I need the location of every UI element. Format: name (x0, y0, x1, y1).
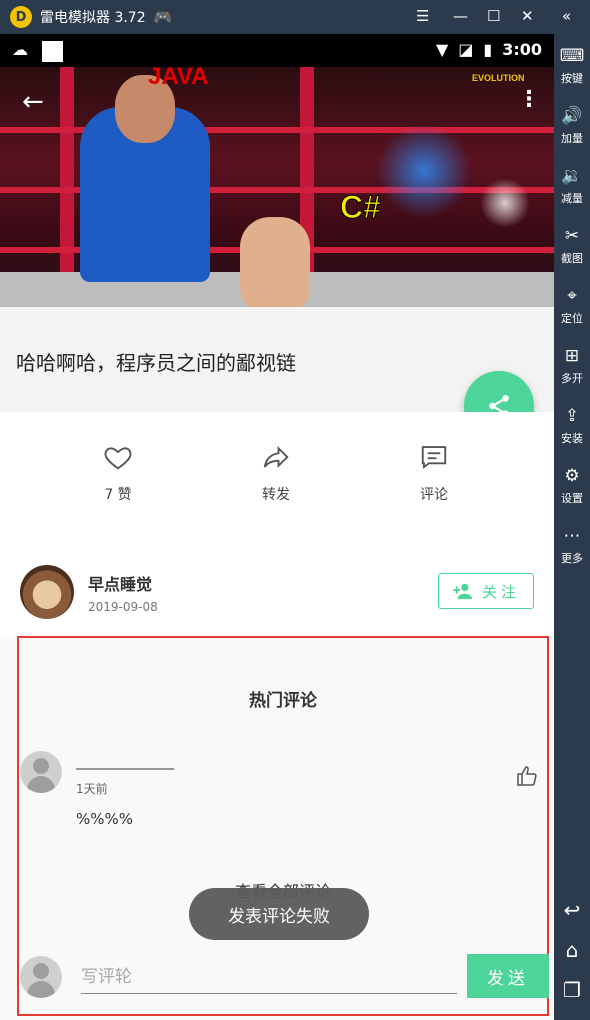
author-row: 早点睡觉 2019-09-08 关注 (0, 527, 554, 637)
comment-button[interactable]: 评论 (394, 442, 474, 504)
sidebar-item-label: 多开 (561, 372, 583, 385)
cloud-sync-icon: ☁ (12, 40, 28, 59)
video-brand-label: EVOLUTION (472, 73, 525, 83)
video-label-csharp: C# (340, 189, 382, 226)
forward-icon (263, 445, 289, 469)
scissors-icon: ✂ (564, 226, 580, 246)
sidebar-item-install[interactable]: ⇪ 安装 (554, 406, 590, 446)
share-label: 转发 (262, 487, 290, 503)
thumbs-up-icon[interactable] (515, 764, 539, 792)
video-player[interactable]: JAVA C# EVOLUTION ← ⋮ (0, 67, 554, 307)
emulator-titlebar: D 雷电模拟器 3.72 🎮 ☰ — ☐ ✕ « (0, 0, 590, 34)
post-title: 哈哈啊哈，程序员之间的鄙视链 (16, 351, 296, 375)
emulator-sidebar: ⌨ 按键 🔊 加量 🔉 减量 ✂ 截图 ⌖ 定位 ⊞ 多开 ⇪ 安装 ⚙ 设置 … (554, 34, 590, 1020)
comment-label: 评论 (420, 487, 448, 503)
like-label: 7 赞 (104, 487, 132, 503)
android-recents-icon[interactable]: ❐ (554, 978, 590, 1002)
arena-lights (370, 107, 550, 267)
sidebar-item-label: 定位 (561, 312, 583, 325)
sidebar-item-label: 设置 (561, 492, 583, 505)
volume-up-icon: 🔊 (561, 106, 583, 126)
like-button[interactable]: 7 赞 (78, 442, 158, 504)
sidebar-item-keyboard[interactable]: ⌨ 按键 (554, 46, 590, 86)
multi-open-icon: ⊞ (564, 346, 580, 366)
sidebar-item-label: 按键 (561, 72, 583, 85)
android-home-icon[interactable]: ⌂ (554, 938, 590, 962)
location-icon: ⌖ (567, 286, 577, 306)
sidebar-item-more[interactable]: ⋯ 更多 (554, 526, 590, 566)
send-button[interactable]: 发送 (467, 954, 549, 998)
sidebar-item-screenshot[interactable]: ✂ 截图 (554, 226, 590, 266)
comment-time: 1天前 (76, 782, 108, 796)
sidebar-item-label: 截图 (561, 252, 583, 265)
sidebar-item-label: 加量 (561, 132, 583, 145)
comment-input-row: 发送 (19, 952, 549, 1002)
sidebar-item-settings[interactable]: ⚙ 设置 (554, 466, 590, 506)
emulator-logo: D (10, 6, 32, 28)
sidebar-item-multi-open[interactable]: ⊞ 多开 (554, 346, 590, 386)
author-name[interactable]: 早点睡觉 (88, 571, 152, 595)
system-icons: ▼ ◪ ▮ 3:00 (436, 40, 542, 59)
back-arrow-icon[interactable]: ← (22, 87, 44, 117)
post-date: 2019-09-08 (88, 600, 158, 614)
sidebar-item-label: 更多 (561, 552, 583, 565)
commenter-name[interactable]: ______________ (76, 754, 174, 770)
maximize-icon[interactable]: ☐ (487, 7, 500, 25)
keyboard-icon: ⌨ (559, 46, 585, 66)
sidebar-item-label: 减量 (561, 192, 583, 205)
menu-icon[interactable]: ☰ (416, 7, 429, 25)
heart-icon (104, 447, 132, 470)
sidebar-item-label: 安装 (561, 432, 583, 445)
emulator-title: 雷电模拟器 3.72 (40, 10, 146, 26)
android-status-bar: ☁ ▼ ◪ ▮ 3:00 (0, 34, 554, 67)
commenter-avatar[interactable] (20, 751, 62, 793)
sidebar-item-location[interactable]: ⌖ 定位 (554, 286, 590, 326)
phone-screen: ☁ ▼ ◪ ▮ 3:00 JAVA C# EVOLUTION ← ⋮ 哈哈啊哈，… (0, 34, 554, 1020)
sidebar-item-volume-down[interactable]: 🔉 减量 (554, 166, 590, 206)
share-button[interactable]: 转发 (236, 442, 316, 504)
fighter-csharp (240, 217, 310, 307)
author-avatar[interactable] (20, 565, 74, 619)
minimize-icon[interactable]: — (453, 7, 468, 25)
comment-input[interactable] (81, 960, 457, 994)
hot-comments-section: 热门评论 ______________ 1天前 %%%% 查看全部评论 发表评论… (17, 636, 549, 1016)
more-vert-icon[interactable]: ⋮ (518, 87, 540, 112)
comment-icon (421, 446, 447, 469)
more-dots-icon: ⋯ (563, 526, 581, 546)
wifi-icon: ▼ (435, 40, 449, 59)
gamepad-icon[interactable]: 🎮 (154, 8, 173, 26)
error-toast: 发表评论失败 (189, 888, 369, 940)
comment-text: %%%% (76, 810, 134, 828)
follow-label: 关注 (481, 582, 520, 601)
notification-square-icon (42, 41, 63, 62)
add-person-icon (453, 583, 472, 600)
battery-charging-icon: ▮ (483, 40, 493, 59)
volume-down-icon: 🔉 (561, 166, 583, 186)
sidebar-item-volume-up[interactable]: 🔊 加量 (554, 106, 590, 146)
hot-comments-title: 热门评论 (249, 691, 317, 711)
follow-button[interactable]: 关注 (438, 573, 534, 609)
collapse-icon[interactable]: « (562, 7, 571, 25)
post-actions: 7 赞 转发 评论 (0, 412, 554, 527)
status-time: 3:00 (502, 40, 542, 59)
close-icon[interactable]: ✕ (521, 7, 534, 25)
gear-icon: ⚙ (564, 466, 580, 486)
android-back-icon[interactable]: ↩ (554, 898, 590, 922)
no-sim-icon: ◪ (458, 40, 474, 59)
my-avatar (20, 956, 62, 998)
video-label-java: JAVA (148, 67, 209, 90)
apk-install-icon: ⇪ (564, 406, 580, 426)
